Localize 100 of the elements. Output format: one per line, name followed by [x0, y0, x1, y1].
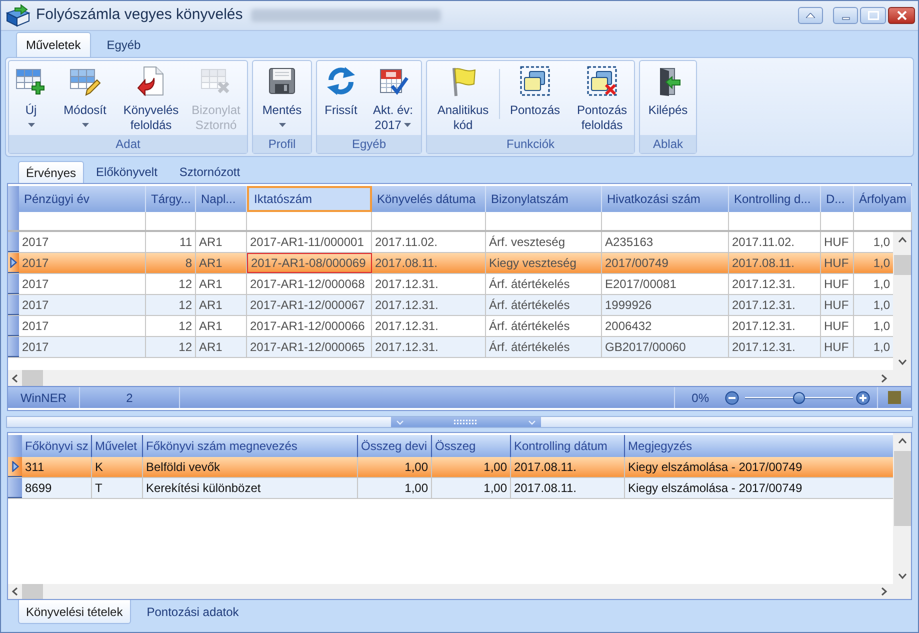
- chevron-left-icon[interactable]: [10, 374, 20, 382]
- ribbon-tab[interactable]: Egyéb: [90, 32, 157, 57]
- scroll-thumb[interactable]: [22, 584, 43, 599]
- column-header[interactable]: Napl...: [196, 186, 247, 212]
- column-header[interactable]: Hivatkozási szám: [602, 186, 729, 212]
- new-button[interactable]: Új: [9, 61, 53, 135]
- table-cell: 2017: [19, 295, 146, 315]
- column-header[interactable]: Összeg devi: [358, 435, 432, 457]
- table-cell: 12: [146, 337, 196, 357]
- column-header[interactable]: Összeg: [432, 435, 511, 457]
- row-header[interactable]: [8, 457, 22, 477]
- table-cell: 2017.08.11.: [372, 253, 486, 273]
- column-header[interactable]: Főkönyvi szám megnevezés: [143, 435, 358, 457]
- zoom-in-icon[interactable]: [856, 390, 870, 404]
- slider-thumb[interactable]: [793, 392, 805, 404]
- record-count: 2: [80, 387, 180, 408]
- row-header[interactable]: [8, 253, 19, 273]
- scroll-thumb[interactable]: [894, 451, 910, 526]
- table-row[interactable]: 8699 T Kerekítési különbözet 1,00 1,00 2017.08.11. Kiegy elszámolása - 2017/00749: [8, 478, 893, 499]
- tab[interactable]: Érvényes: [18, 161, 84, 183]
- chevron-up-icon[interactable]: [898, 436, 906, 446]
- row-header[interactable]: [8, 232, 19, 252]
- row-header[interactable]: [8, 274, 19, 294]
- table-cell: 2017: [19, 253, 146, 273]
- chevron-up-icon[interactable]: [898, 236, 906, 244]
- table-cell: 12: [146, 274, 196, 294]
- chevron-down-icon[interactable]: [898, 572, 906, 580]
- table-cell: 11: [146, 232, 196, 252]
- column-header[interactable]: D...: [821, 186, 854, 212]
- column-header[interactable]: Iktatószám: [247, 186, 372, 212]
- refresh-button[interactable]: Frissít: [317, 61, 365, 135]
- table-cell: 2017: [19, 232, 146, 252]
- table-cell: 2017.12.31.: [372, 337, 486, 357]
- exit-button[interactable]: Kilépés: [640, 61, 696, 135]
- column-header[interactable]: Könyvelés dátuma: [372, 186, 486, 212]
- column-header[interactable]: Tárgy...: [146, 186, 196, 212]
- year-button[interactable]: Akt. év: 2017: [365, 61, 421, 135]
- save-button[interactable]: Mentés: [253, 61, 311, 135]
- collapse-ribbon-button[interactable]: [798, 7, 823, 24]
- row-header[interactable]: [8, 478, 22, 498]
- table-row[interactable]: 2017 12 AR1 2017-AR1-12/000068 2017.12.31. Árf. átértékelés E2017/00081 2017.12.31. HUF 1,0: [8, 274, 893, 295]
- table-cell: 2017.12.31.: [729, 295, 821, 315]
- column-header[interactable]: Megjegyzés: [625, 435, 893, 457]
- code-button[interactable]: Analitikus kód: [427, 61, 499, 135]
- stacked-windows-x-icon: [586, 65, 618, 97]
- tab[interactable]: Pontozási adatok: [132, 600, 253, 624]
- row-pointer-icon: [12, 461, 18, 472]
- zoom-out-icon[interactable]: [725, 390, 739, 404]
- table-cell: HUF: [821, 316, 854, 336]
- column-header[interactable]: Kontrolling dátum: [511, 435, 625, 457]
- row-header[interactable]: [8, 316, 19, 336]
- table-cell: 1,00: [432, 478, 511, 498]
- horizontal-scrollbar[interactable]: [8, 584, 911, 599]
- horizontal-scrollbar[interactable]: [8, 370, 911, 386]
- column-header[interactable]: Főkönyvi sz: [22, 435, 92, 457]
- chevron-right-icon[interactable]: [880, 587, 888, 596]
- splitter-handle[interactable]: [390, 417, 540, 427]
- zoom-slider[interactable]: [745, 392, 853, 404]
- minimize-button[interactable]: [833, 7, 858, 24]
- table-row[interactable]: 2017 12 AR1 2017-AR1-12/000066 2017.12.31. Árf. átértékelés 2006432 2017.12.31. HUF 1,0: [8, 316, 893, 337]
- table-cell: K: [92, 457, 143, 477]
- tab[interactable]: Előkönyvelt: [86, 161, 168, 183]
- tab[interactable]: Sztornózott: [169, 161, 250, 183]
- table-row[interactable]: 2017 12 AR1 2017-AR1-12/000065 2017.12.31. Árf. átértékelés GB2017/00060 2017.12.31. HUF 1,0: [8, 337, 893, 358]
- ribbon-tab[interactable]: Műveletek: [16, 32, 91, 57]
- unpost-button[interactable]: Könyvelés feloldás: [117, 61, 185, 135]
- zoom-reading: 0%: [692, 390, 709, 406]
- column-header[interactable]: Kontrolling d...: [729, 186, 821, 212]
- column-header[interactable]: Pénzügyi év: [19, 186, 146, 212]
- row-header: [8, 435, 22, 457]
- row-header[interactable]: [8, 337, 19, 357]
- column-header[interactable]: Művelet: [92, 435, 143, 457]
- vertical-scrollbar[interactable]: [893, 232, 911, 370]
- splitter-bar[interactable]: [6, 416, 913, 428]
- stacked-windows-icon: [519, 65, 551, 97]
- table-row[interactable]: 2017 8 AR1 2017-AR1-08/000069 2017.08.11. Kiegy veszteség 2017/00749 2017.08.11. HUF 1,0: [8, 253, 893, 274]
- scroll-thumb[interactable]: [894, 255, 910, 275]
- chevron-down-icon[interactable]: [898, 358, 906, 366]
- vertical-scrollbar[interactable]: [893, 433, 911, 584]
- table-row[interactable]: 2017 12 AR1 2017-AR1-12/000067 2017.12.31. Árf. átértékelés 1999926 2017.12.31. HUF 1,0: [8, 295, 893, 316]
- mark-button[interactable]: Pontozás: [500, 61, 570, 135]
- tab[interactable]: Könyvelési tételek: [18, 600, 131, 624]
- window-title: Folyószámla vegyes könyvelés: [36, 5, 243, 26]
- column-header[interactable]: Bizonylatszám: [486, 186, 602, 212]
- edit-button[interactable]: Módosít: [53, 61, 117, 135]
- scroll-thumb[interactable]: [22, 370, 43, 386]
- table-cell: 2017.08.11.: [729, 253, 821, 273]
- table-cell: 2017-AR1-11/000001: [247, 232, 372, 252]
- row-pointer-icon: [10, 257, 17, 268]
- table-cell: HUF: [821, 337, 854, 357]
- close-button[interactable]: [888, 7, 915, 24]
- chevron-right-icon[interactable]: [880, 374, 888, 382]
- row-header[interactable]: [8, 295, 19, 315]
- table-row[interactable]: 2017 11 AR1 2017-AR1-11/000001 2017.11.02. Árf. veszteség A235163 2017.11.02. HUF 1,0: [8, 232, 893, 253]
- table-cell: Árf. átértékelés: [486, 295, 602, 315]
- table-cell: 2017.12.31.: [729, 274, 821, 294]
- unmark-button[interactable]: Pontozás feloldás: [570, 61, 634, 135]
- column-header[interactable]: Árfolyam: [854, 186, 912, 212]
- table-row[interactable]: 311 K Belföldi vevők 1,00 1,00 2017.08.11. Kiegy elszámolása - 2017/00749: [8, 457, 893, 478]
- chevron-left-icon[interactable]: [10, 587, 20, 596]
